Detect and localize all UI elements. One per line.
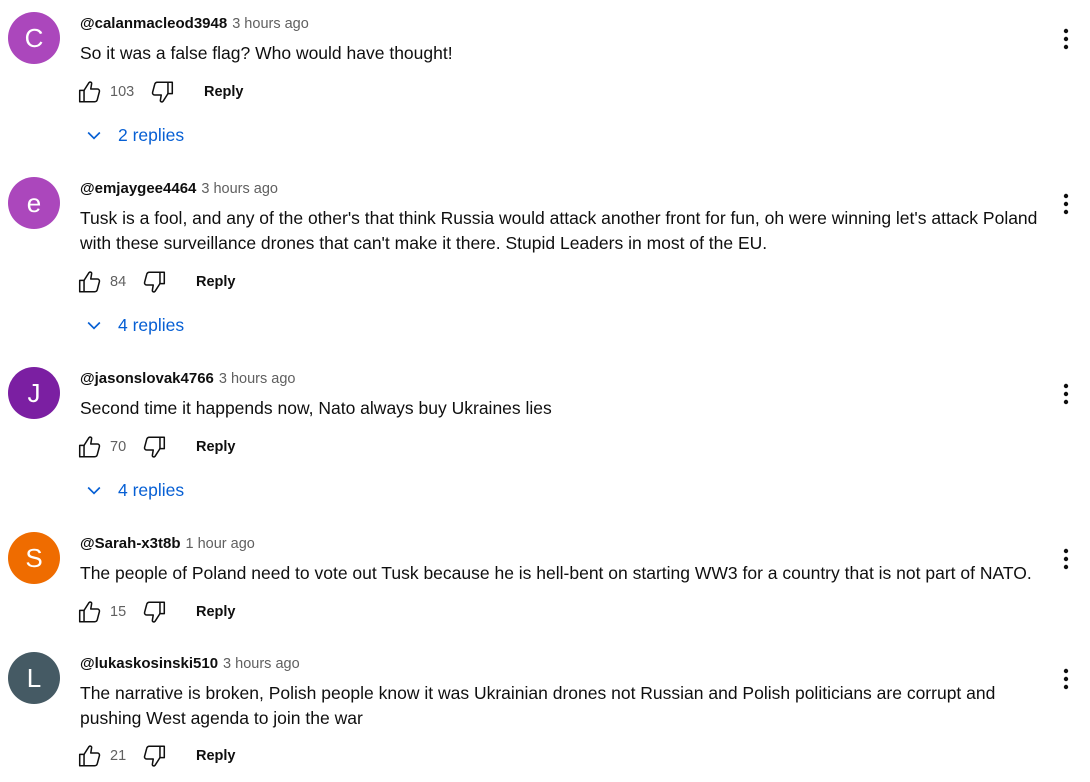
thumbs-down-icon — [143, 271, 166, 293]
comment-author[interactable]: @Sarah-x3t8b — [80, 535, 181, 552]
like-count: 21 — [110, 748, 127, 764]
comment-header: @calanmacleod3948 3 hours ago — [80, 14, 309, 34]
comment-actions: 21 Reply — [76, 742, 236, 770]
avatar[interactable]: e — [8, 177, 60, 229]
comment-timestamp[interactable]: 3 hours ago — [219, 371, 296, 387]
dislike-button[interactable] — [140, 598, 168, 626]
view-replies-button[interactable]: 4 replies — [84, 476, 184, 504]
comment-actions: 70 Reply — [76, 433, 236, 461]
thumbs-down-icon — [143, 436, 166, 458]
dislike-button[interactable] — [140, 433, 168, 461]
avatar-letter: L — [26, 662, 42, 693]
thumbs-up-icon — [78, 81, 101, 103]
more-vert-icon — [1063, 548, 1069, 570]
more-vert-icon — [1063, 383, 1069, 405]
comment-actions: 103 Reply — [76, 78, 244, 106]
comment-header: @Sarah-x3t8b 1 hour ago — [80, 534, 255, 554]
thumbs-down-icon — [151, 81, 174, 103]
comment-menu-button[interactable] — [1054, 667, 1078, 691]
view-replies-button[interactable]: 2 replies — [84, 121, 184, 149]
thumbs-up-icon — [78, 601, 101, 623]
comment-text: So it was a false flag? Who would have t… — [80, 43, 453, 63]
more-vert-icon — [1063, 668, 1069, 690]
thumbs-down-icon — [143, 601, 166, 623]
comment-text: Second time it happends now, Nato always… — [80, 398, 552, 418]
thumbs-up-icon — [78, 271, 101, 293]
comment-text: The people of Poland need to vote out Tu… — [80, 563, 1032, 583]
comment-header: @emjaygee4464 3 hours ago — [80, 179, 278, 199]
avatar[interactable]: C — [8, 12, 60, 64]
avatar[interactable]: S — [8, 532, 60, 584]
reply-button[interactable]: Reply — [204, 84, 244, 100]
comment-header: @jasonslovak4766 3 hours ago — [80, 369, 295, 389]
comment-header: @lukaskosinski510 3 hours ago — [80, 654, 300, 674]
comment-author[interactable]: @calanmacleod3948 — [80, 15, 227, 32]
like-button[interactable] — [76, 598, 104, 626]
like-count: 103 — [110, 84, 135, 100]
dislike-button[interactable] — [140, 742, 168, 770]
comment-timestamp[interactable]: 3 hours ago — [201, 181, 278, 197]
chevron-down-icon — [87, 486, 101, 495]
avatar-letter: S — [25, 542, 43, 573]
comment-menu-button[interactable] — [1054, 382, 1078, 406]
thumbs-down-icon — [143, 745, 166, 767]
comment-menu-button[interactable] — [1054, 27, 1078, 51]
comment-timestamp[interactable]: 3 hours ago — [223, 656, 300, 672]
like-count: 84 — [110, 274, 127, 290]
like-button[interactable] — [76, 78, 104, 106]
reply-button[interactable]: Reply — [196, 604, 236, 620]
like-count: 15 — [110, 604, 127, 620]
avatar[interactable]: J — [8, 367, 60, 419]
replies-label: 2 replies — [118, 124, 185, 145]
reply-button[interactable]: Reply — [196, 748, 236, 764]
thumbs-up-icon — [78, 745, 101, 767]
like-button[interactable] — [76, 742, 104, 770]
like-count: 70 — [110, 439, 127, 455]
like-button[interactable] — [76, 268, 104, 296]
comment-author[interactable]: @emjaygee4464 — [80, 180, 196, 197]
chevron-down-icon — [87, 321, 101, 330]
comment-timestamp[interactable]: 3 hours ago — [232, 16, 309, 32]
like-button[interactable] — [76, 433, 104, 461]
more-vert-icon — [1063, 193, 1069, 215]
comment-author[interactable]: @lukaskosinski510 — [80, 655, 218, 672]
avatar-letter: J — [27, 377, 41, 408]
comment-text: Tusk is a fool, and any of the other's t… — [80, 208, 1038, 253]
comment-menu-button[interactable] — [1054, 547, 1078, 571]
comment-author[interactable]: @jasonslovak4766 — [80, 370, 214, 387]
dislike-button[interactable] — [148, 78, 176, 106]
reply-button[interactable]: Reply — [196, 274, 236, 290]
avatar-letter: C — [24, 22, 44, 53]
replies-label: 4 replies — [118, 314, 185, 335]
view-replies-button[interactable]: 4 replies — [84, 311, 184, 339]
comment-actions: 84 Reply — [76, 268, 236, 296]
dislike-button[interactable] — [140, 268, 168, 296]
comment-text: The narrative is broken, Polish people k… — [80, 683, 996, 728]
replies-label: 4 replies — [118, 479, 185, 500]
more-vert-icon — [1063, 28, 1069, 50]
avatar-letter: e — [26, 187, 42, 218]
reply-button[interactable]: Reply — [196, 439, 236, 455]
thumbs-up-icon — [78, 436, 101, 458]
comment-menu-button[interactable] — [1054, 192, 1078, 216]
comment-timestamp[interactable]: 1 hour ago — [186, 536, 255, 552]
avatar[interactable]: L — [8, 652, 60, 704]
chevron-down-icon — [87, 131, 101, 140]
comment-actions: 15 Reply — [76, 598, 236, 626]
